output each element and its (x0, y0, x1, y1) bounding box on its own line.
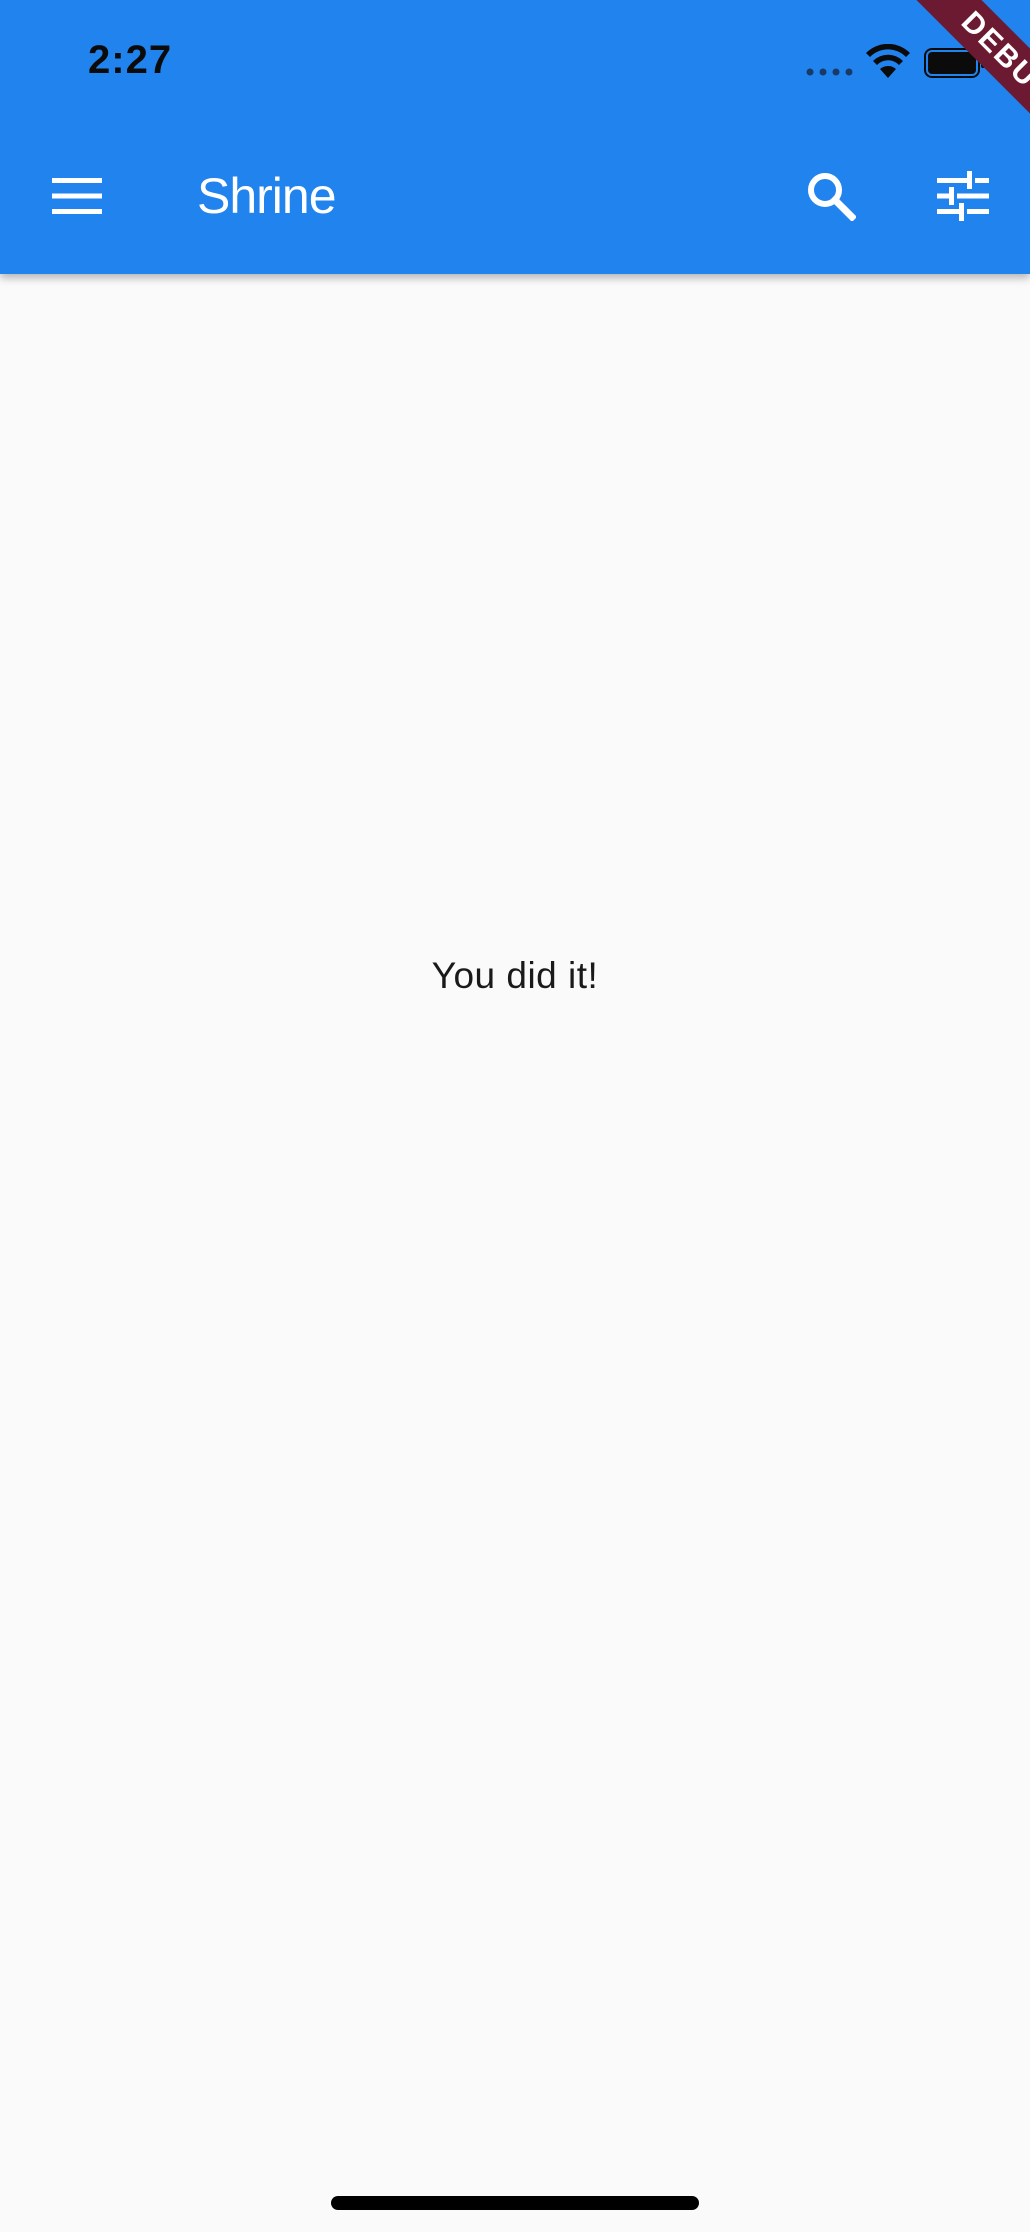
cellular-signal-icon (806, 68, 853, 76)
status-time: 2:27 (88, 38, 173, 82)
battery-icon (924, 48, 985, 78)
app-title: Shrine (197, 168, 337, 224)
app-screen: 2:27 Shrine DEBUG You did it! (0, 0, 1030, 2232)
tune-icon (937, 171, 989, 221)
home-indicator[interactable] (331, 2196, 699, 2210)
search-icon (808, 173, 856, 221)
app-bar: 2:27 Shrine (0, 0, 1030, 274)
success-message: You did it! (431, 955, 599, 996)
search-button[interactable] (791, 156, 871, 236)
menu-button[interactable] (37, 156, 117, 236)
wifi-icon (866, 44, 910, 78)
menu-icon (52, 178, 102, 214)
filter-button[interactable] (923, 156, 1003, 236)
